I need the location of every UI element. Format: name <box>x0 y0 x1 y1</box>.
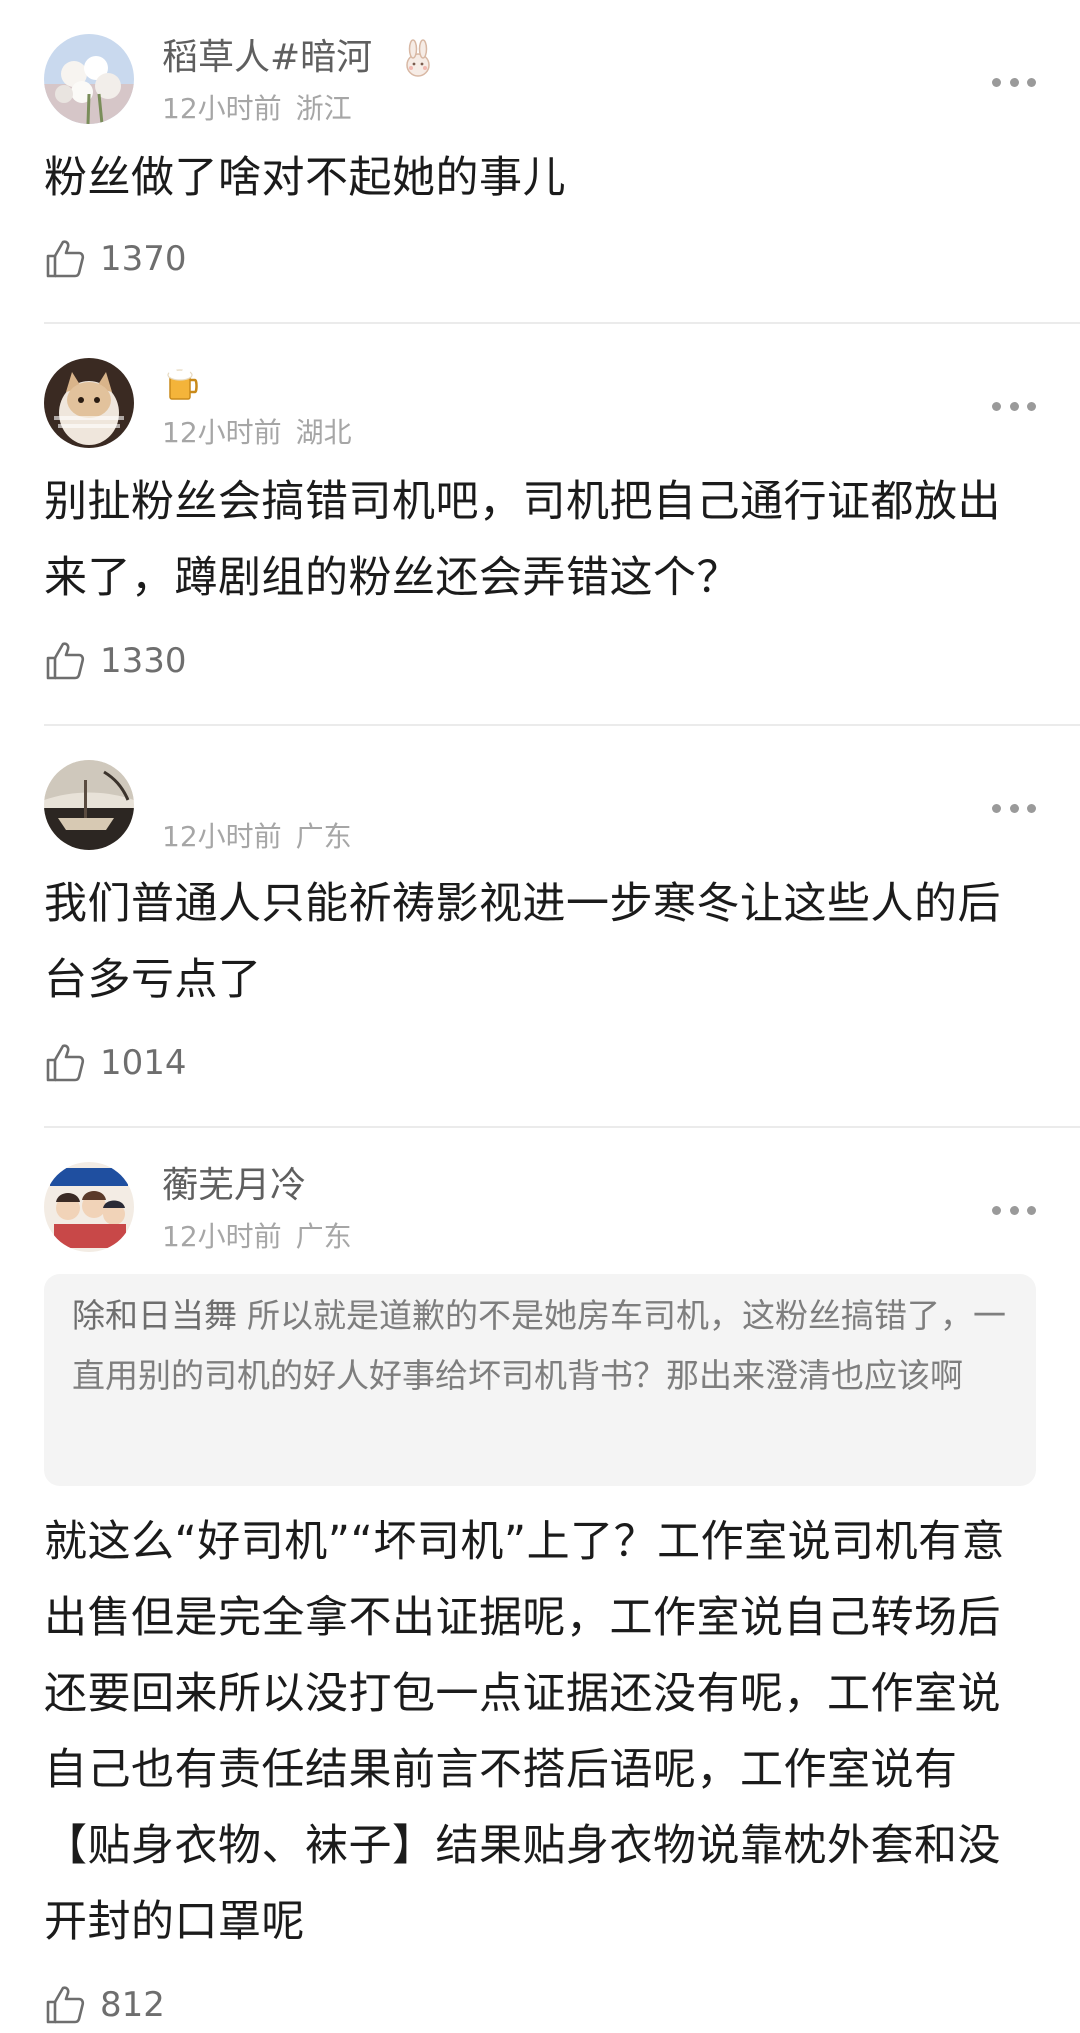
more-options-button[interactable] <box>992 1200 1036 1220</box>
avatar[interactable] <box>44 358 134 448</box>
comment-time: 12小时前 <box>162 1220 282 1253</box>
thumbs-up-icon <box>46 1044 85 1082</box>
avatar[interactable] <box>44 1162 134 1252</box>
like-count: 1370 <box>100 239 187 279</box>
like-button[interactable]: 1330 <box>44 636 187 686</box>
comment-location: 湖北 <box>295 416 352 449</box>
avatar-comic-cover-image <box>44 1162 134 1252</box>
avatar[interactable] <box>44 760 134 850</box>
more-options-button[interactable] <box>992 72 1036 92</box>
like-count: 812 <box>100 1985 165 2025</box>
like-count: 1014 <box>100 1043 187 1083</box>
comment-time: 12小时前 <box>162 92 282 125</box>
username[interactable] <box>162 360 202 404</box>
username[interactable]: 蘅芜月冷 <box>162 1164 306 1208</box>
username[interactable]: 稻草人#暗河 <box>162 36 438 80</box>
comment-location: 广东 <box>295 1220 352 1253</box>
thumbs-up-icon <box>46 240 85 278</box>
comment-location: 广东 <box>295 820 352 853</box>
comment-text: 粉丝做了啥对不起她的事儿 <box>44 153 566 203</box>
comment-item: 蘅芜月冷 12小时前 广东 除和日当舞 所以就是道歉的不是她房车司机，这粉丝搞错了，… <box>0 1128 1080 2033</box>
thumbs-up-icon <box>46 1986 85 2024</box>
avatar-cat-image <box>44 358 134 448</box>
more-options-button[interactable] <box>992 396 1036 416</box>
comment-time: 12小时前 <box>162 416 282 449</box>
comment-meta: 12小时前 湖北 <box>162 416 352 450</box>
avatar-boat-image <box>44 760 134 850</box>
comment-time: 12小时前 <box>162 820 282 853</box>
comment-meta: 12小时前 广东 <box>162 1220 352 1254</box>
like-button[interactable]: 1370 <box>44 234 187 284</box>
comment-item: 12小时前 湖北 别扯粉丝会搞错司机吧，司机把自己通行证都放出来了，蹲剧组的粉丝还… <box>0 324 1080 724</box>
quoted-reply[interactable]: 除和日当舞 所以就是道歉的不是她房车司机，这粉丝搞错了，一直用别的司机的好人好事给… <box>44 1274 1036 1486</box>
comment-item: 12小时前 广东 我们普通人只能祈祷影视进一步寒冬让这些人的后台多亏点了 1014 <box>0 726 1080 1126</box>
comment-text: 别扯粉丝会搞错司机吧，司机把自己通行证都放出来了，蹲剧组的粉丝还会弄错这个？ <box>44 477 1001 603</box>
comment-location: 浙江 <box>295 92 352 125</box>
avatar-flowers-image <box>44 34 134 124</box>
avatar[interactable] <box>44 34 134 124</box>
comment-item: 稻草人#暗河 12小时前 浙江 粉丝做了啥对不起她的事儿 1370 <box>0 0 1080 322</box>
like-button[interactable]: 1014 <box>44 1038 187 1088</box>
comment-text: 就这么“好司机”“坏司机”上了？工作室说司机有意出售但是完全拿不出证据呢，工作室… <box>44 1517 1006 1947</box>
username-text[interactable]: 蘅芜月冷 <box>162 1165 306 1206</box>
quoted-author[interactable]: 除和日当舞 <box>72 1296 237 1335</box>
comment-text: 我们普通人只能祈祷影视进一步寒冬让这些人的后台多亏点了 <box>44 879 1001 1005</box>
comment-meta: 12小时前 广东 <box>162 820 352 854</box>
beer-icon <box>167 368 198 400</box>
username-text[interactable]: 稻草人#暗河 <box>162 37 372 78</box>
more-options-button[interactable] <box>992 798 1036 818</box>
like-button[interactable]: 812 <box>44 1980 165 2030</box>
comment-meta: 12小时前 浙江 <box>162 92 352 126</box>
like-count: 1330 <box>100 641 187 681</box>
thumbs-up-icon <box>46 642 85 680</box>
rabbit-icon <box>405 39 430 77</box>
